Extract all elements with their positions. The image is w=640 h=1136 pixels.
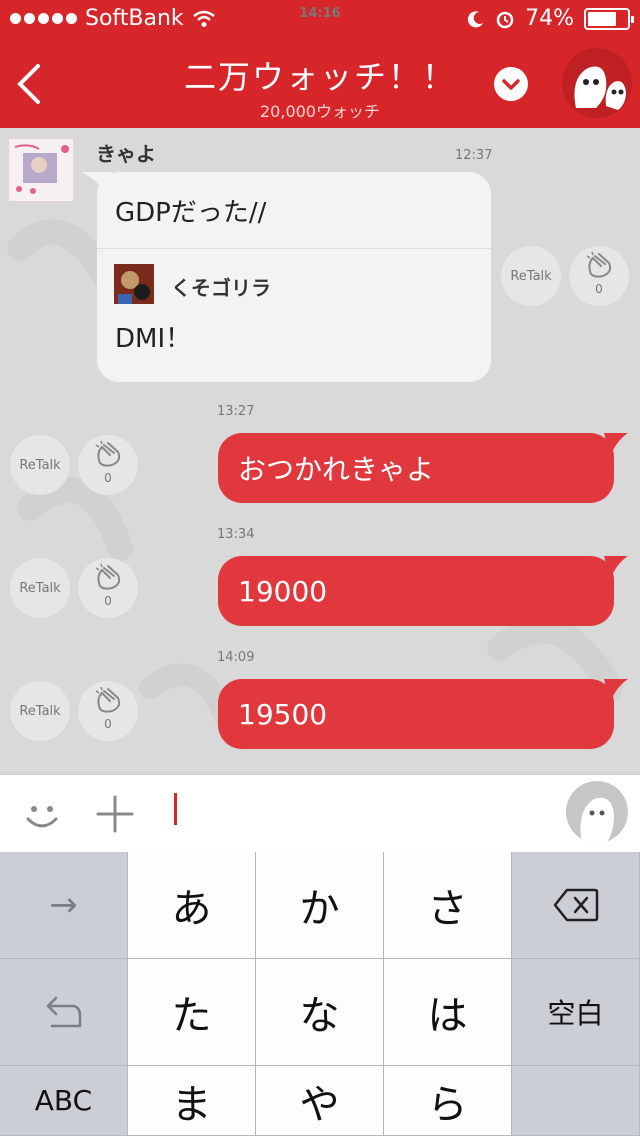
key-arrow-right[interactable]: → [0, 852, 128, 959]
sender-photo [14, 144, 69, 194]
key-ha[interactable]: は [384, 959, 512, 1066]
key-undo[interactable] [0, 959, 128, 1066]
quoted-text: DMI！ [115, 324, 192, 354]
message-text: 19000 [238, 574, 328, 608]
chat-area[interactable]: きゃよ 12:37 GDPだった// くそゴリラ DMI！ ReTalk 0 1… [0, 128, 640, 774]
chat-subtitle: 20,000ウォッチ [260, 102, 380, 121]
message-time: 13:34 [217, 527, 255, 542]
retalk-button[interactable]: ReTalk [501, 246, 561, 306]
key-ya[interactable]: や [256, 1066, 384, 1136]
status-bar: SoftBank 14:16 74% [0, 0, 640, 40]
retalk-button[interactable]: ReTalk [10, 681, 70, 741]
bubble-tail [604, 433, 628, 457]
quoted-sender-name: くそゴリラ [171, 276, 271, 300]
key-abc[interactable]: ABC [0, 1066, 128, 1136]
backspace-icon [553, 888, 598, 922]
quoted-avatar [114, 264, 154, 304]
clap-button[interactable]: 0 [569, 246, 629, 306]
incoming-bubble[interactable]: GDPだった// くそゴリラ DMI！ [97, 172, 491, 382]
outgoing-bubble[interactable]: おつかれきゃよ [218, 433, 614, 503]
key-na[interactable]: な [256, 959, 384, 1066]
message-text: GDPだった// [115, 198, 267, 228]
alarm-icon [496, 11, 514, 28]
bubble-tail [604, 556, 628, 580]
message-time: 13:27 [217, 404, 255, 419]
retalk-button[interactable]: ReTalk [10, 558, 70, 618]
clap-count: 0 [104, 717, 112, 731]
battery-fill [588, 11, 616, 26]
sender-name: きゃよ [96, 142, 156, 166]
clap-icon [95, 563, 121, 590]
message-text: おつかれきゃよ [238, 453, 435, 486]
key-ra[interactable]: ら [384, 1066, 512, 1136]
message-input-bar [0, 774, 640, 852]
plus-icon[interactable] [96, 795, 134, 833]
message-text: 19500 [238, 697, 328, 731]
app-header: SoftBank 14:16 74% 二万ウォッチ！！ 20,000ウォッチ [0, 0, 640, 128]
key-delete[interactable] [512, 852, 640, 959]
group-avatar[interactable] [562, 48, 632, 118]
key-ma[interactable]: ま [128, 1066, 256, 1136]
dropdown-button[interactable] [494, 67, 528, 101]
clap-icon [586, 251, 612, 278]
clap-count: 0 [595, 282, 603, 296]
quote-divider [97, 248, 491, 249]
undo-icon [46, 996, 81, 1028]
clap-icon [95, 440, 121, 467]
sticker-button[interactable] [566, 781, 628, 843]
key-space[interactable]: 空白 [512, 959, 640, 1066]
battery-icon [584, 7, 634, 30]
status-right: 74% [467, 6, 634, 31]
clap-button[interactable]: 0 [78, 435, 138, 495]
retalk-button[interactable]: ReTalk [10, 435, 70, 495]
message-time: 12:37 [455, 148, 493, 163]
arrow-right-icon: → [49, 885, 78, 925]
outgoing-bubble[interactable]: 19000 [218, 556, 614, 626]
text-cursor[interactable] [174, 793, 177, 825]
ghost-mascot-icon [574, 66, 626, 110]
bubble-tail [604, 679, 628, 703]
clap-button[interactable]: 0 [78, 558, 138, 618]
clap-count: 0 [104, 594, 112, 608]
key-ta[interactable]: た [128, 959, 256, 1066]
clap-icon [95, 686, 121, 713]
clap-count: 0 [104, 471, 112, 485]
key-ka[interactable]: か [256, 852, 384, 959]
clap-button[interactable]: 0 [78, 681, 138, 741]
key-a[interactable]: あ [128, 852, 256, 959]
key-return[interactable] [512, 1066, 640, 1136]
battery-percent: 74% [525, 6, 574, 31]
message-time: 14:09 [217, 650, 255, 665]
mascot-icon [580, 797, 614, 843]
keyboard: → あ か さ た な は 空白 ABC ま や ら [0, 852, 640, 1136]
emoji-icon[interactable] [22, 795, 62, 835]
key-sa[interactable]: さ [384, 852, 512, 959]
outgoing-bubble[interactable]: 19500 [218, 679, 614, 749]
moon-icon [467, 10, 484, 27]
chevron-down-icon [502, 79, 520, 90]
sender-avatar[interactable] [8, 138, 74, 202]
space-label: 空白 [547, 997, 604, 1030]
